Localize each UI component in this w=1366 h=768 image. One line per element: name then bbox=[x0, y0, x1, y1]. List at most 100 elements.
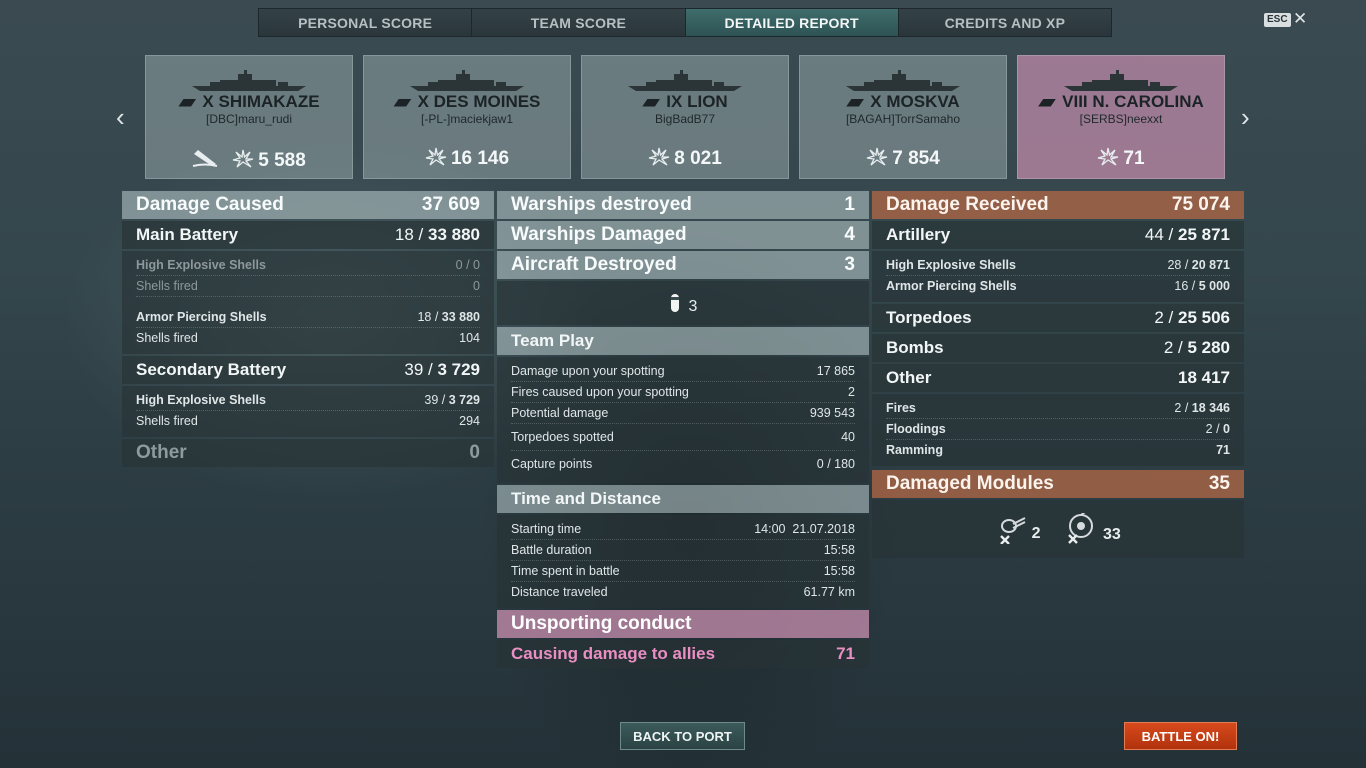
back-to-port-button[interactable]: BACK TO PORT bbox=[620, 722, 745, 750]
damage-received-panel: Damage Received 75 074 Artillery 44 / 25 … bbox=[872, 191, 1244, 558]
battle-stats-panel: Warships destroyed 1 Warships Damaged 4 Ai… bbox=[497, 191, 869, 668]
list-item: Distance traveled 61.77 km bbox=[511, 585, 855, 599]
player-name: [DBC]maru_rudi bbox=[205, 112, 293, 126]
ship-class-icon bbox=[1038, 98, 1057, 107]
ship-damage: 5 588 bbox=[146, 146, 352, 172]
ship-damage: 7 854 bbox=[800, 146, 1006, 170]
other-received-header: Other 18 417 bbox=[872, 364, 1244, 392]
other-received-details: Fires 2 / 18 346 Floodings 2 / 0 Ramming 71 bbox=[872, 394, 1244, 466]
ship-class-icon bbox=[393, 98, 412, 107]
ship-card[interactable]: X DES MOINES [-PL-]maciekjaw1 16 146 bbox=[363, 55, 571, 179]
ship-name: X DES MOINES bbox=[364, 92, 570, 112]
list-item: Torpedoes spotted 40 bbox=[511, 424, 855, 451]
main-battery-header: Main Battery 18 / 33 880 bbox=[122, 221, 494, 249]
list-item: Shells fired 0 bbox=[136, 276, 480, 297]
next-ships-arrow-icon[interactable]: › bbox=[1241, 104, 1250, 130]
damage-burst-icon bbox=[867, 147, 888, 166]
player-name: [-PL-]maciekjaw1 bbox=[420, 112, 514, 126]
module-item: 2 bbox=[995, 514, 1041, 545]
ship-card[interactable]: X SHIMAKAZE [DBC]maru_rudi 5 588 bbox=[145, 55, 353, 179]
player-name: [SERBS]neexxt bbox=[1079, 112, 1163, 126]
player-name: [BAGAH]TorrSamaho bbox=[845, 112, 961, 126]
bombs-header: Bombs 2 / 5 280 bbox=[872, 334, 1244, 362]
ship-card[interactable]: VIII N. CAROLINA [SERBS]neexxt 71 bbox=[1017, 55, 1225, 179]
ship-silhouette-icon bbox=[1064, 70, 1178, 91]
ship-class-icon bbox=[642, 98, 661, 107]
turret-destroyed-icon bbox=[1000, 517, 1026, 545]
artillery-header: Artillery 44 / 25 871 bbox=[872, 221, 1244, 249]
secondary-battery-details: High Explosive Shells 39 / 3 729 Shells f… bbox=[122, 386, 494, 437]
list-item: Battle duration 15:58 bbox=[511, 540, 855, 561]
battle-on-button[interactable]: BATTLE ON! bbox=[1124, 722, 1237, 750]
list-item: Time spent in battle 15:58 bbox=[511, 561, 855, 582]
damage-burst-icon bbox=[649, 147, 670, 166]
ship-silhouette-icon bbox=[846, 70, 960, 91]
list-item: Armor Piercing Shells 16 / 5 000 bbox=[886, 279, 1230, 293]
list-item: Shells fired 294 bbox=[136, 414, 480, 428]
main-battery-details: High Explosive Shells 0 / 0 Shells fired 0… bbox=[122, 251, 494, 354]
tab-personal-score[interactable]: PERSONAL SCORE bbox=[259, 9, 473, 36]
warships-destroyed-header: Warships destroyed 1 bbox=[497, 191, 869, 219]
prev-ships-arrow-icon[interactable]: ‹ bbox=[116, 104, 125, 130]
close-icon[interactable]: ✕ bbox=[1293, 9, 1307, 29]
ship-silhouette-icon bbox=[192, 70, 306, 91]
time-distance-details: Starting time 14:00 21.07.2018 Battle dur… bbox=[497, 515, 869, 608]
list-item: Fires caused upon your spotting 2 bbox=[511, 382, 855, 403]
damage-received-header: Damage Received 75 074 bbox=[872, 191, 1244, 219]
ship-class-icon bbox=[846, 98, 865, 107]
tab-credits-and-xp[interactable]: CREDITS AND XP bbox=[898, 9, 1111, 36]
list-item: Shells fired 104 bbox=[136, 331, 480, 345]
damaged-modules-icons: 2 33 bbox=[872, 500, 1244, 558]
tab-team-score[interactable]: TEAM SCORE bbox=[472, 9, 686, 36]
list-item: Ramming 71 bbox=[886, 443, 1230, 457]
damage-burst-icon bbox=[233, 149, 254, 168]
ship-card[interactable]: X MOSKVA [BAGAH]TorrSamaho 7 854 bbox=[799, 55, 1007, 179]
ship-name: X SHIMAKAZE bbox=[146, 92, 352, 112]
sunk-ship-icon bbox=[192, 150, 218, 167]
ship-class-icon bbox=[178, 98, 197, 107]
report-tabs: PERSONAL SCORE TEAM SCORE DETAILED REPOR… bbox=[258, 8, 1112, 37]
causing-damage-to-allies-row: Causing damage to allies 71 bbox=[497, 640, 869, 668]
damage-caused-value: 37 609 bbox=[421, 194, 480, 215]
list-item: High Explosive Shells 28 / 20 871 bbox=[886, 255, 1230, 276]
esc-key-badge[interactable]: ESC bbox=[1264, 13, 1291, 27]
damage-burst-icon bbox=[1098, 147, 1119, 166]
module-item: 33 bbox=[1063, 508, 1121, 545]
secondary-battery-value: 39 / 3 729 bbox=[404, 360, 480, 379]
list-item: Fires 2 / 18 346 bbox=[886, 398, 1230, 419]
player-name: BigBadB77 bbox=[654, 112, 716, 126]
list-item: Capture points 0 / 180 bbox=[511, 457, 855, 471]
aircraft-destroyed-icons: 3 bbox=[497, 281, 869, 325]
aircraft-icon bbox=[670, 294, 679, 312]
damaged-modules-header: Damaged Modules 35 bbox=[872, 470, 1244, 498]
other-damage-header: Other 0 bbox=[122, 439, 494, 467]
artillery-details: High Explosive Shells 28 / 20 871 Armor P… bbox=[872, 251, 1244, 302]
list-item: High Explosive Shells 39 / 3 729 bbox=[136, 390, 480, 411]
damage-caused-panel: Damage Caused 37 609 Main Battery 18 / 3… bbox=[122, 191, 494, 469]
list-item: Damage upon your spotting 17 865 bbox=[511, 361, 855, 382]
ship-damage: 71 bbox=[1018, 146, 1224, 170]
list-item: Floodings 2 / 0 bbox=[886, 419, 1230, 440]
list-item: Starting time 14:00 21.07.2018 bbox=[511, 519, 855, 540]
damage-burst-icon bbox=[425, 147, 447, 166]
ship-damage: 16 146 bbox=[364, 146, 570, 170]
tab-detailed-report[interactable]: DETAILED REPORT bbox=[685, 9, 899, 36]
ship-silhouette-icon bbox=[410, 70, 524, 91]
team-play-header: Team Play bbox=[497, 327, 869, 355]
list-item: Armor Piercing Shells 18 / 33 880 bbox=[136, 307, 480, 328]
ship-name: X MOSKVA bbox=[800, 92, 1006, 112]
list-item: Potential damage 939 543 bbox=[511, 403, 855, 424]
warships-damaged-header: Warships Damaged 4 bbox=[497, 221, 869, 249]
damage-caused-header: Damage Caused 37 609 bbox=[122, 191, 494, 219]
unsporting-conduct-header: Unsporting conduct bbox=[497, 610, 869, 638]
torpedoes-header: Torpedoes 2 / 25 506 bbox=[872, 304, 1244, 332]
team-play-details: Damage upon your spotting 17 865 Fires ca… bbox=[497, 357, 869, 483]
aa-gun-destroyed-icon bbox=[1067, 508, 1093, 544]
list-item: High Explosive Shells 0 / 0 bbox=[136, 255, 480, 276]
main-battery-value: 18 / 33 880 bbox=[394, 225, 480, 244]
ship-card[interactable]: IX LION BigBadB77 8 021 bbox=[581, 55, 789, 179]
aircraft-destroyed-header: Aircraft Destroyed 3 bbox=[497, 251, 869, 279]
ship-damage: 8 021 bbox=[582, 146, 788, 170]
time-distance-header: Time and Distance bbox=[497, 485, 869, 513]
ship-name: IX LION bbox=[582, 92, 788, 112]
